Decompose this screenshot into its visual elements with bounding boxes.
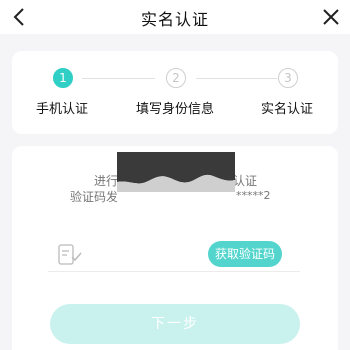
step-connector (82, 78, 155, 79)
get-code-button[interactable]: 获取验证码 (208, 241, 282, 267)
info-text-line2-start: 验证码发 (70, 190, 119, 204)
info-text-line1-end: 认证 (233, 174, 258, 188)
redacted-region (117, 152, 235, 204)
step-2-label: 填写身份信息 (136, 102, 215, 117)
page-title: 实名认证 (140, 10, 209, 29)
step-1-indicator: 1 (53, 68, 73, 88)
step-3-label: 实名认证 (261, 102, 314, 117)
info-text-line1-start: 进行 (94, 174, 119, 188)
next-step-button[interactable]: 下一步 (50, 304, 300, 344)
masked-phone-text: *****2 (236, 189, 271, 202)
verification-code-icon (58, 243, 84, 267)
step-1-label: 手机认证 (36, 102, 89, 117)
step-connector (196, 78, 277, 79)
close-button[interactable] (318, 4, 344, 30)
close-icon (323, 9, 339, 25)
code-input-underline[interactable] (48, 271, 300, 272)
progress-steps-card: 1 2 3 手机认证 填写身份信息 实名认证 (12, 51, 338, 134)
step-3-indicator: 3 (278, 68, 298, 88)
nav-bar: 实名认证 (0, 0, 350, 34)
step-2-indicator: 2 (166, 68, 186, 88)
